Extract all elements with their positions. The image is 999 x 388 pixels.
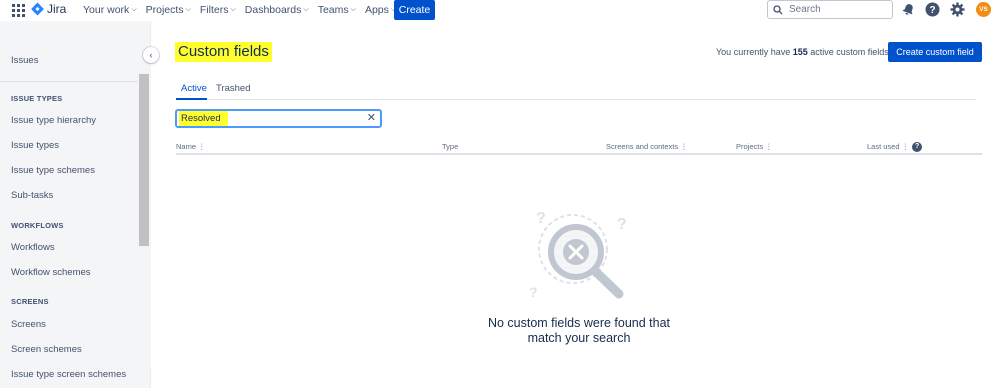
tab-active[interactable]: Active [181,83,207,94]
help-icon[interactable]: ? [925,2,940,17]
search-placeholder: Search [789,4,821,15]
no-results-magnifier-icon: ? ? ? [529,210,627,300]
svg-text:?: ? [617,216,627,233]
chevron-down-icon: ⌵ [185,6,191,13]
column-header-last-used[interactable]: Last used ⋮? [867,142,923,153]
sort-icon: ⋮ [765,142,773,151]
empty-state-message: No custom fields were found that match y… [459,316,699,346]
svg-text:?: ? [929,5,935,16]
jira-logo[interactable]: Jira [31,2,66,16]
tab-trashed[interactable]: Trashed [216,83,251,94]
chevron-left-icon: ‹ [149,50,153,60]
nav-teams-label: Teams [317,4,349,16]
empty-state-line-1: No custom fields were found that [487,316,671,330]
empty-state-line-2: match your search [527,331,631,345]
notifications-bell-icon[interactable] [901,2,916,17]
nav-dashboards-label: Dashboards [244,4,302,16]
filter-input-value: Resolved [181,113,221,124]
chevron-down-icon: ⌵ [350,6,356,13]
sort-icon: ⋮ [680,142,688,151]
chevron-down-icon: ⌵ [230,6,236,13]
tabs: Active Trashed [176,82,976,100]
global-search-input[interactable]: Search [767,0,893,19]
column-header-screens-and-contexts[interactable]: Screens and contexts ⋮ [606,142,688,151]
nav-apps-label: Apps [364,4,389,16]
create-button[interactable]: Create [394,0,435,20]
column-header-type: Type [442,142,459,151]
sidebar-item-screens[interactable]: Screens [11,319,46,330]
filter-input[interactable]: Resolved ✕ [175,109,382,128]
nav-teams[interactable]: Teams ⌵ [318,4,356,16]
clear-icon[interactable]: ✕ [367,111,376,124]
nav-your-work[interactable]: Your work ⌵ [83,4,137,16]
nav-filters[interactable]: Filters ⌵ [200,4,236,16]
app-switcher-icon[interactable] [12,4,25,17]
svg-text:?: ? [536,210,546,227]
sidebar-section-workflows: WORKFLOWS [11,221,64,230]
app-name: Jira [47,2,67,16]
column-name-label: Name [176,142,197,151]
sidebar-item-workflow-schemes[interactable]: Workflow schemes [11,267,91,278]
sidebar-item-issue-type-screen-schemes[interactable]: Issue type screen schemes [11,369,126,380]
sidebar-section-screens: SCREENS [11,297,49,306]
settings-gear-icon[interactable] [950,2,965,17]
sidebar-scrollbar-thumb[interactable] [139,74,149,246]
column-projects-label: Projects [736,142,764,151]
sort-icon: ⋮ [198,142,206,151]
help-icon[interactable]: ? [912,142,923,153]
jira-logo-icon [31,2,44,16]
count-prefix: You currently have [716,47,791,57]
chevron-down-icon: ⌵ [303,6,309,13]
column-header-projects[interactable]: Projects ⋮ [736,142,773,151]
sidebar: Issues ISSUE TYPES Issue type hierarchy … [0,21,151,388]
nav-filters-label: Filters [199,4,229,16]
active-tab-indicator [176,98,207,100]
sidebar-item-workflows[interactable]: Workflows [11,242,55,253]
sidebar-title: Issues [11,55,39,66]
count-suffix: active custom fields [810,47,889,57]
nav-projects-label: Projects [145,4,184,16]
count-value: 155 [792,47,808,57]
sidebar-section-issue-types: ISSUE TYPES [11,94,63,103]
nav-your-work-label: Your work [83,4,130,16]
page-title: Custom fields [175,42,272,62]
sidebar-item-sub-tasks[interactable]: Sub-tasks [11,190,53,201]
column-header-name[interactable]: Name ⋮ [176,142,206,151]
create-custom-field-button[interactable]: Create custom field [888,42,982,62]
main-nav: Your work ⌵ Projects ⌵ Filters ⌵ Dashboards… [83,4,405,16]
svg-text:?: ? [529,284,538,300]
custom-field-count-text: You currently have 155 active custom fie… [716,47,889,57]
sidebar-divider [0,81,138,82]
sidebar-item-issue-type-schemes[interactable]: Issue type schemes [11,165,95,176]
sidebar-item-issue-types[interactable]: Issue types [11,140,59,151]
sort-icon: ⋮ [901,142,910,151]
collapse-sidebar-button[interactable]: ‹ [143,47,159,63]
nav-projects[interactable]: Projects ⌵ [146,4,191,16]
user-avatar[interactable]: VS [976,2,991,17]
column-screens-label: Screens and contexts [606,142,679,151]
nav-dashboards[interactable]: Dashboards ⌵ [245,4,309,16]
sidebar-item-screen-schemes[interactable]: Screen schemes [11,344,82,355]
sidebar-item-issue-type-hierarchy[interactable]: Issue type hierarchy [11,115,96,126]
nav-apps[interactable]: Apps⌵ [365,4,396,16]
search-icon [773,4,783,14]
chevron-down-icon: ⌵ [131,6,137,13]
column-last-used-label: Last used [867,142,900,151]
table-header: Name ⋮ Type Screens and contexts ⋮ Proje… [176,141,982,155]
top-navigation-bar: Jira Your work ⌵ Projects ⌵ Filters ⌵ Dashb… [0,0,999,21]
